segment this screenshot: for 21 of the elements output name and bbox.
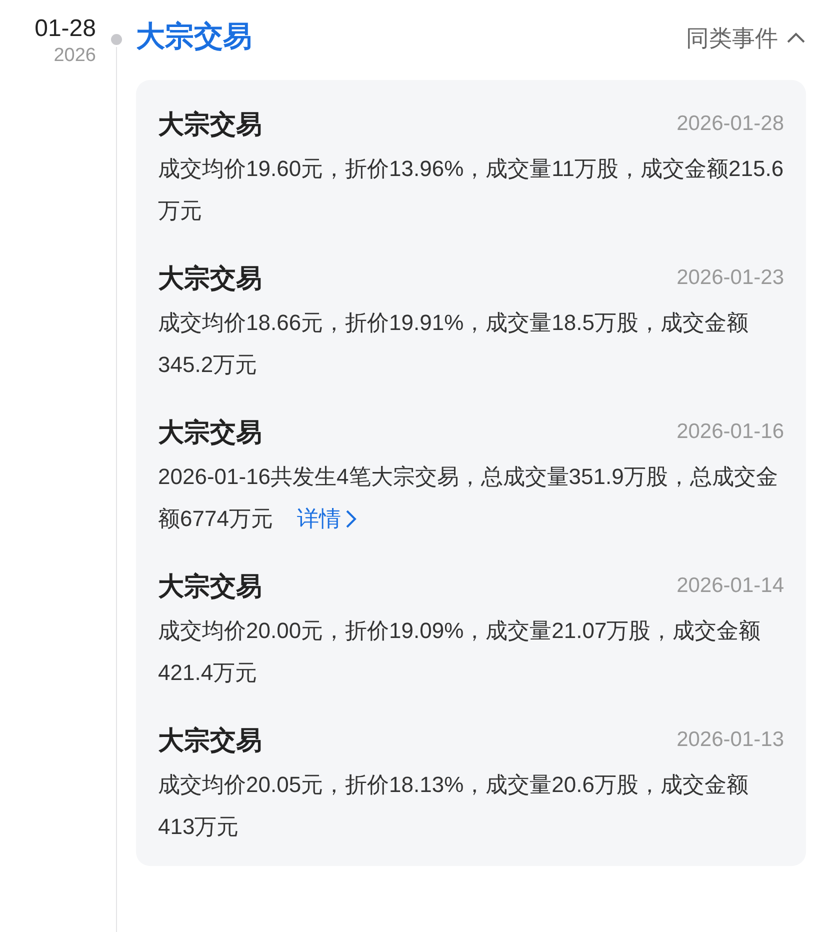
chevron-right-icon xyxy=(344,509,357,529)
event-description: 成交均价19.60元，折价13.96%，成交量11万股，成交金额215.6万元 xyxy=(158,155,784,225)
details-link[interactable]: 详情 xyxy=(296,498,357,540)
event-description: 成交均价18.66元，折价19.91%，成交量18.5万股，成交金额345.2万元 xyxy=(158,309,750,379)
event-description: 成交均价20.00元，折价19.09%，成交量21.07万股，成交金额421.4万元 xyxy=(158,617,762,687)
event-title: 大宗交易 xyxy=(158,416,262,448)
event-date: 2026-01-28 xyxy=(676,111,784,138)
event-title: 大宗交易 xyxy=(158,570,262,602)
event-description: 2026-01-16共发生4笔大宗交易，总成交量351.9万股，总成交金额6774万元 详情 xyxy=(158,456,784,540)
event-title: 大宗交易 xyxy=(158,108,262,140)
date-day: 01-28 xyxy=(34,14,96,44)
date-year: 2026 xyxy=(54,44,96,68)
event-title: 大宗交易 xyxy=(158,724,262,756)
event-date: 2026-01-14 xyxy=(676,573,784,600)
event-description: 成交均价20.05元，折价18.13%，成交量20.6万股，成交金额413万元 xyxy=(158,771,750,841)
event-date: 2026-01-13 xyxy=(676,727,784,754)
event-date: 2026-01-16 xyxy=(676,419,784,446)
related-events-toggle[interactable]: 同类事件 xyxy=(686,20,806,56)
group-title: 大宗交易 xyxy=(136,20,252,56)
event-date: 2026-01-23 xyxy=(676,265,784,292)
event-title: 大宗交易 xyxy=(158,262,262,294)
